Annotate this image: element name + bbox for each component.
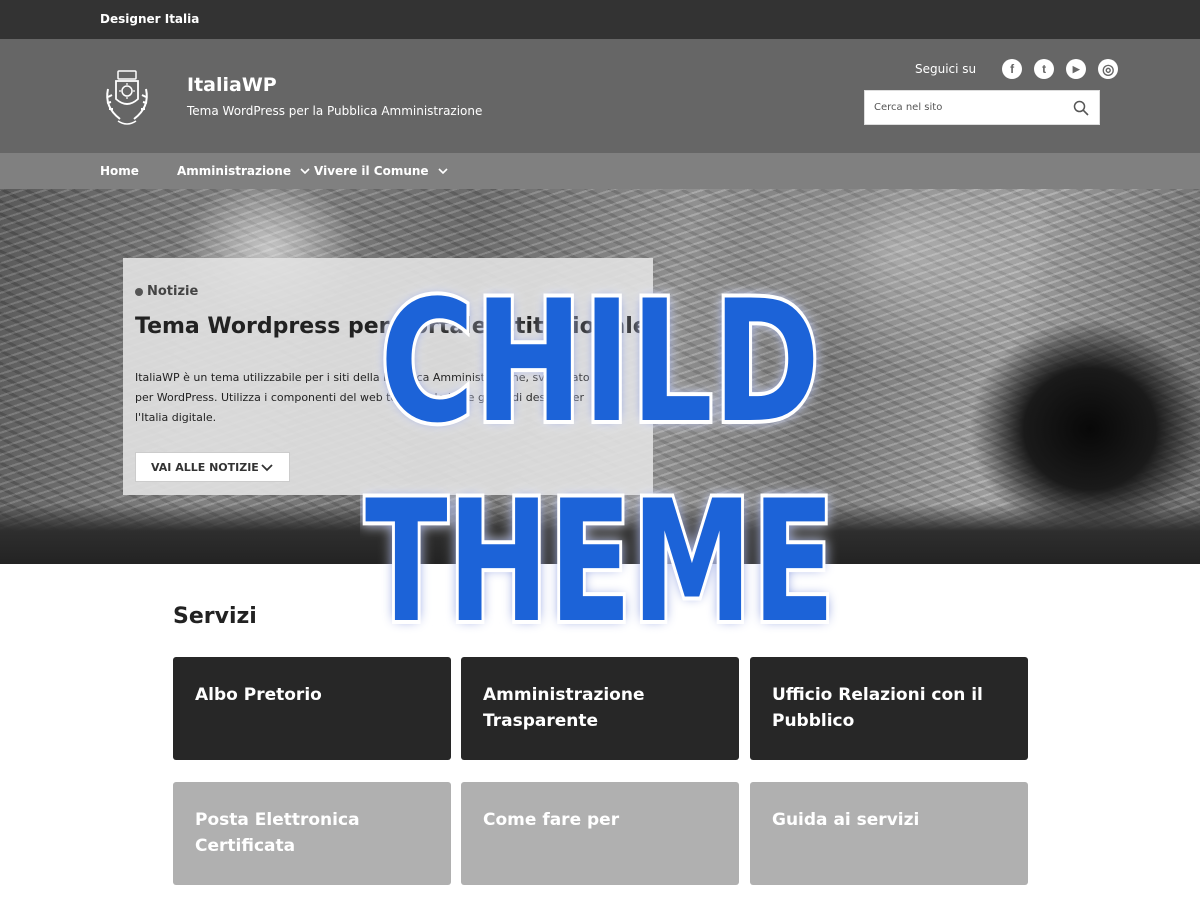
search-input[interactable] <box>865 91 1065 124</box>
news-title[interactable]: Tema Wordpress per portale istituzionale <box>135 314 648 339</box>
news-excerpt: ItaliaWP è un tema utilizzabile per i si… <box>135 371 590 424</box>
service-tile-pec[interactable]: Posta Elettronica Certificata <box>173 782 451 885</box>
site-tagline: Tema WordPress per la Pubblica Amministr… <box>187 104 483 118</box>
service-tile-amministrazione-trasparente[interactable]: Amministrazione Trasparente <box>461 657 739 760</box>
top-bar: Designer Italia <box>0 0 1200 39</box>
service-tile-urp[interactable]: Ufficio Relazioni con il Pubblico <box>750 657 1028 760</box>
chevron-down-icon <box>438 168 448 175</box>
news-card: Notizie Tema Wordpress per portale istit… <box>123 258 653 495</box>
service-tile-come-fare-per[interactable]: Come fare per <box>461 782 739 885</box>
twitter-icon[interactable]: t <box>1034 59 1055 79</box>
nav-item-label: Amministrazione <box>177 164 291 178</box>
site-title[interactable]: ItaliaWP <box>187 74 277 96</box>
social-label: Seguici su <box>915 62 977 76</box>
service-tile-label: Amministrazione Trasparente <box>483 685 645 731</box>
social-links: Seguici su f t ▶ ◎ <box>915 59 1119 79</box>
nav-item-vivere-il-comune[interactable]: Vivere il Comune <box>314 153 449 189</box>
search-box <box>864 90 1100 125</box>
facebook-icon[interactable]: f <box>1002 59 1023 79</box>
chevron-down-icon <box>300 168 310 175</box>
nav-item-label: Vivere il Comune <box>314 164 429 178</box>
service-tile-label: Guida ai servizi <box>772 810 920 830</box>
chevron-down-icon <box>261 464 273 472</box>
services-heading: Servizi <box>173 604 257 629</box>
service-tile-guida-ai-servizi[interactable]: Guida ai servizi <box>750 782 1028 885</box>
service-tile-label: Albo Pretorio <box>195 685 322 705</box>
service-tile-label: Come fare per <box>483 810 620 830</box>
service-tile-label: Ufficio Relazioni con il Pubblico <box>772 685 983 731</box>
all-news-button[interactable]: VAI ALLE NOTIZIE <box>135 452 290 482</box>
site-header: ItaliaWP Tema WordPress per la Pubblica … <box>0 39 1200 153</box>
designer-italia-link[interactable]: Designer Italia <box>100 12 199 26</box>
search-icon[interactable] <box>1073 100 1089 116</box>
all-news-button-label: VAI ALLE NOTIZIE <box>151 460 259 474</box>
instagram-icon[interactable]: ◎ <box>1098 59 1119 79</box>
nav-item-label: Home <box>100 164 139 178</box>
nav-item-home[interactable]: Home <box>100 153 139 189</box>
service-tile-label: Posta Elettronica Certificata <box>195 810 360 856</box>
nav-item-amministrazione[interactable]: Amministrazione <box>177 153 311 189</box>
news-category-label: Notizie <box>147 284 199 299</box>
hero-water <box>0 504 1200 564</box>
municipal-crest-logo[interactable] <box>100 69 154 129</box>
main-nav: Home Amministrazione Vivere il Comune <box>0 153 1200 189</box>
news-category[interactable]: Notizie <box>135 284 198 299</box>
service-tile-albo-pretorio[interactable]: Albo Pretorio <box>173 657 451 760</box>
category-dot-icon <box>135 287 143 296</box>
youtube-icon[interactable]: ▶ <box>1066 59 1087 79</box>
